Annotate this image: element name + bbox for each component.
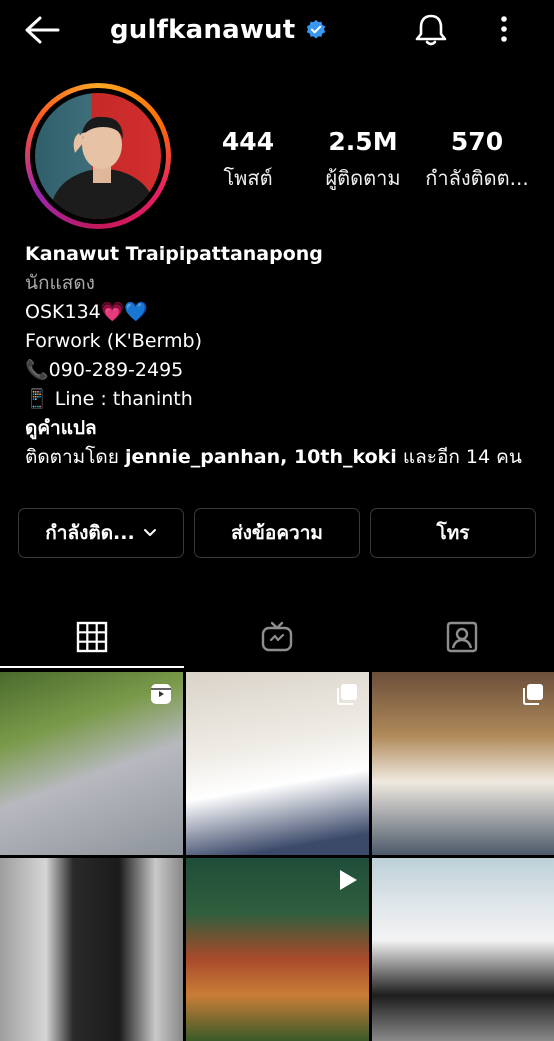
followers-stat[interactable]: 2.5M ผู้ติดตาม xyxy=(316,127,410,193)
following-label: กำลังติดต... xyxy=(425,166,529,190)
more-vertical-icon[interactable] xyxy=(492,12,516,48)
tab-igtv[interactable] xyxy=(185,606,369,668)
see-translation-link[interactable]: ดูคำแปล xyxy=(25,414,535,443)
active-tab-indicator xyxy=(0,666,184,668)
posts-count: 444 xyxy=(221,127,275,156)
post-thumbnail[interactable] xyxy=(0,858,183,1041)
message-button[interactable]: ส่งข้อความ xyxy=(194,508,360,558)
call-button-label: โทร xyxy=(436,522,470,544)
carousel-icon xyxy=(523,684,543,705)
verified-badge-icon xyxy=(307,19,326,39)
post-thumbnail[interactable] xyxy=(372,858,554,1041)
followers-label: ผู้ติดตาม xyxy=(325,166,401,190)
top-bar: gulfkanawut xyxy=(0,0,554,58)
followed-by-suffix: และอีก 14 คน xyxy=(396,446,522,468)
post-thumbnail[interactable] xyxy=(186,858,369,1041)
bio-line-id: 📱 Line : thaninth xyxy=(25,388,193,410)
followed-by-users[interactable]: jennie_panhan, 10th_koki xyxy=(125,446,397,468)
profile-tabs xyxy=(0,606,554,668)
followed-by-prefix: ติดตามโดย xyxy=(25,446,125,468)
back-arrow-icon[interactable] xyxy=(22,14,62,46)
post-thumbnail[interactable] xyxy=(372,672,554,855)
carousel-icon xyxy=(337,684,357,705)
chevron-down-icon xyxy=(143,529,156,536)
following-count: 570 xyxy=(450,127,504,156)
profile-bio: Kanawut Traipipattanapong นักแสดง OSK134… xyxy=(25,240,535,472)
profile-avatar xyxy=(35,93,161,219)
posts-stat: 444 โพสต์ xyxy=(205,127,291,193)
igtv-icon xyxy=(261,621,293,652)
post-thumbnail[interactable] xyxy=(0,672,183,855)
following-button[interactable]: กำลังติด... xyxy=(18,508,184,558)
profile-username: gulfkanawut xyxy=(110,15,296,45)
profile-category: นักแสดง xyxy=(25,272,95,294)
posts-label: โพสต์ xyxy=(223,166,273,190)
play-icon xyxy=(340,870,357,890)
username-header[interactable]: gulfkanawut xyxy=(110,12,327,48)
followers-count: 2.5M xyxy=(328,127,398,156)
bio-line: OSK134💗💙 xyxy=(25,301,149,323)
post-thumbnail[interactable] xyxy=(186,672,369,855)
profile-avatar-ring[interactable] xyxy=(25,83,171,229)
tab-tagged[interactable] xyxy=(370,606,554,668)
following-stat[interactable]: 570 กำลังติดต... xyxy=(422,127,532,193)
following-button-label: กำลังติด... xyxy=(45,522,135,544)
call-button[interactable]: โทร xyxy=(370,508,536,558)
tagged-icon xyxy=(446,621,478,653)
bio-phone: 📞090-289-2495 xyxy=(25,359,184,381)
tab-posts-grid[interactable] xyxy=(0,606,184,668)
bell-icon[interactable] xyxy=(412,12,450,48)
grid-icon xyxy=(76,621,108,653)
bio-line: Forwork (K'Bermb) xyxy=(25,330,202,352)
full-name: Kanawut Traipipattanapong xyxy=(25,243,323,265)
message-button-label: ส่งข้อความ xyxy=(231,522,323,544)
followed-by-text[interactable]: ติดตามโดย jennie_panhan, 10th_koki และอี… xyxy=(25,443,535,472)
reel-icon xyxy=(151,684,171,704)
